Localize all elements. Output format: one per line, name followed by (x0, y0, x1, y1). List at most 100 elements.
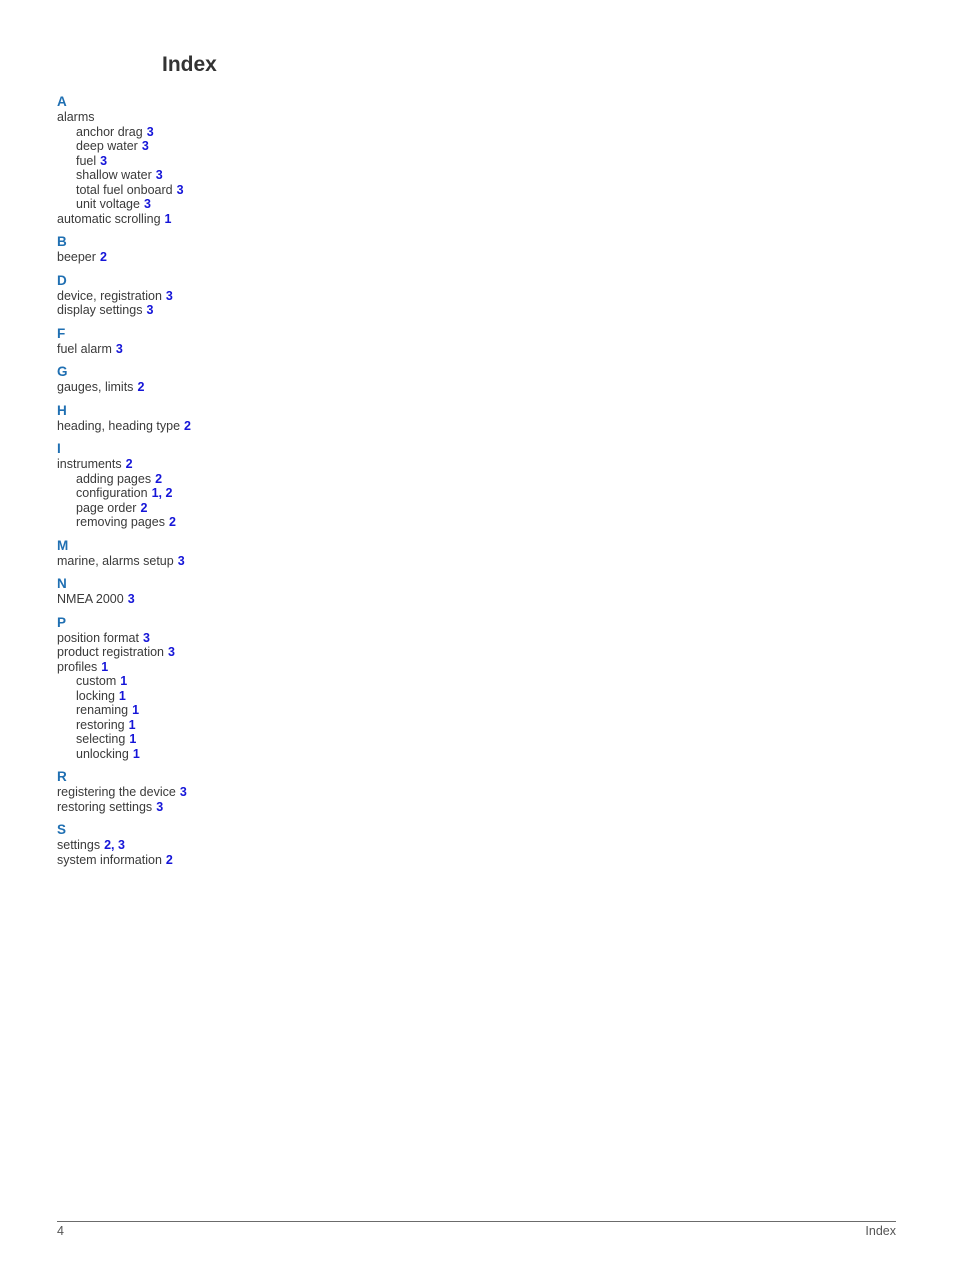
page-reference-link[interactable]: 3 (142, 139, 149, 153)
page-reference-link[interactable]: 3 (146, 303, 153, 317)
entry-term: removing pages (76, 515, 165, 529)
entry-term: profiles (57, 659, 98, 674)
index-letter-heading: R (57, 769, 67, 784)
index-subentry: adding pages 2 (57, 472, 357, 487)
index-entry: gauges, limits 2 (57, 380, 357, 395)
index-letter-heading: G (57, 364, 68, 379)
index-letter-heading: H (57, 402, 67, 418)
entry-term: device, registration (57, 288, 162, 303)
page-reference-link[interactable]: 3 (116, 342, 123, 356)
entry-term: heading, heading type (57, 418, 181, 433)
page-reference-link[interactable]: 1, 2 (152, 486, 173, 500)
entry-term: fuel (76, 153, 97, 168)
footer-section-name: Index (865, 1224, 896, 1238)
index-section: Ssettings 2, 3 system information 2 (57, 822, 357, 867)
page-reference-link[interactable]: 1 (101, 660, 108, 674)
index-section: N NMEA 2000 3 (57, 576, 357, 607)
index-section: Iinstruments 2 adding pages 2 configuration 1… (57, 441, 357, 530)
entry-term: alarms (57, 110, 95, 124)
entry-term: restoring (76, 717, 125, 732)
index-entry: heading, heading type 2 (57, 419, 357, 434)
page-reference-link[interactable]: 2, 3 (104, 838, 125, 852)
entry-term: gauges, limits (57, 380, 134, 394)
entry-term: unlocking (76, 746, 129, 761)
entry-term: restoring settings (57, 799, 153, 814)
index-entry: display settings 3 (57, 303, 357, 318)
page-reference-link[interactable]: 1 (133, 747, 140, 761)
entry-term: position format (57, 630, 139, 645)
entry-term: NMEA 2000 (57, 592, 124, 606)
index-section: Pposition format 3 product registration 3 pr… (57, 615, 357, 762)
entry-term: shallow water (76, 168, 152, 182)
index-subentry: removing pages 2 (57, 515, 357, 530)
page-reference-link[interactable]: 3 (147, 125, 154, 139)
index-column: Aalarms anchor drag 3 deep water 3 fuel 3 shall… (57, 94, 357, 875)
index-letter-heading: S (57, 822, 67, 837)
page-reference-link[interactable]: 3 (143, 631, 150, 645)
entry-term: system information (57, 852, 162, 867)
entry-term: product registration (57, 645, 165, 659)
page-reference-link[interactable]: 2 (184, 419, 191, 433)
index-subentry: unlocking 1 (57, 747, 357, 762)
index-entry: product registration 3 (57, 645, 357, 660)
index-letter-heading: N (57, 576, 67, 591)
index-entry: NMEA 2000 3 (57, 592, 357, 607)
index-section: Ddevice, registration 3 display settings 3 (57, 273, 357, 318)
page-reference-link[interactable]: 1 (120, 674, 127, 688)
entry-term: configuration (76, 486, 148, 500)
index-section: Mmarine, alarms setup 3 (57, 538, 357, 569)
index-entry: restoring settings 3 (57, 800, 357, 815)
footer-divider (57, 1221, 896, 1222)
index-subentry: anchor drag 3 (57, 125, 357, 140)
page-reference-link[interactable]: 2 (155, 472, 162, 486)
entry-term: selecting (76, 732, 126, 746)
index-entry: system information 2 (57, 853, 357, 868)
index-subentry: restoring 1 (57, 718, 357, 733)
page-reference-link[interactable]: 3 (128, 592, 135, 606)
index-entry: marine, alarms setup 3 (57, 554, 357, 569)
index-section: Ffuel alarm 3 (57, 326, 357, 357)
page-reference-link[interactable]: 3 (166, 289, 173, 303)
page-reference-link[interactable]: 2 (126, 457, 133, 471)
index-entry: beeper 2 (57, 250, 357, 265)
index-section: Ggauges, limits 2 (57, 364, 357, 395)
page-reference-link[interactable]: 2 (100, 250, 107, 264)
index-entry: device, registration 3 (57, 289, 357, 304)
index-section: Hheading, heading type 2 (57, 403, 357, 434)
page-reference-link[interactable]: 3 (156, 168, 163, 182)
page-reference-link[interactable]: 3 (156, 800, 163, 814)
index-entry: fuel alarm 3 (57, 342, 357, 357)
page-reference-link[interactable]: 1 (165, 212, 172, 226)
page-reference-link[interactable]: 2 (169, 515, 176, 529)
entry-term: beeper (57, 250, 96, 264)
index-entry: position format 3 (57, 631, 357, 646)
page-reference-link[interactable]: 3 (168, 645, 175, 659)
index-letter-heading: A (57, 94, 67, 109)
page-reference-link[interactable]: 3 (100, 154, 107, 168)
index-entry: instruments 2 (57, 457, 357, 472)
entry-term: display settings (57, 303, 143, 317)
index-section: Aalarms anchor drag 3 deep water 3 fuel 3 shall… (57, 94, 357, 226)
index-letter-heading: F (57, 325, 66, 341)
page-reference-link[interactable]: 1 (119, 689, 126, 703)
page-reference-link[interactable]: 2 (166, 853, 173, 867)
page-reference-link[interactable]: 3 (144, 197, 151, 211)
index-letter-heading: M (57, 537, 69, 553)
page-reference-link[interactable]: 2 (137, 380, 144, 394)
index-entry: automatic scrolling 1 (57, 212, 357, 227)
page-reference-link[interactable]: 1 (129, 718, 136, 732)
index-subentry: deep water 3 (57, 139, 357, 154)
entry-term: registering the device (57, 785, 176, 799)
index-subentry: total fuel onboard 3 (57, 183, 357, 198)
entry-term: total fuel onboard (76, 182, 173, 197)
entry-term: fuel alarm (57, 341, 112, 356)
page-reference-link[interactable]: 3 (178, 554, 185, 568)
index-section: Bbeeper 2 (57, 234, 357, 265)
page-reference-link[interactable]: 1 (132, 703, 139, 717)
index-letter-heading: I (57, 441, 61, 456)
page-reference-link[interactable]: 2 (140, 501, 147, 515)
index-subentry: configuration 1, 2 (57, 486, 357, 501)
page-reference-link[interactable]: 3 (177, 183, 184, 197)
page-reference-link[interactable]: 3 (180, 785, 187, 799)
page-reference-link[interactable]: 1 (129, 732, 136, 746)
